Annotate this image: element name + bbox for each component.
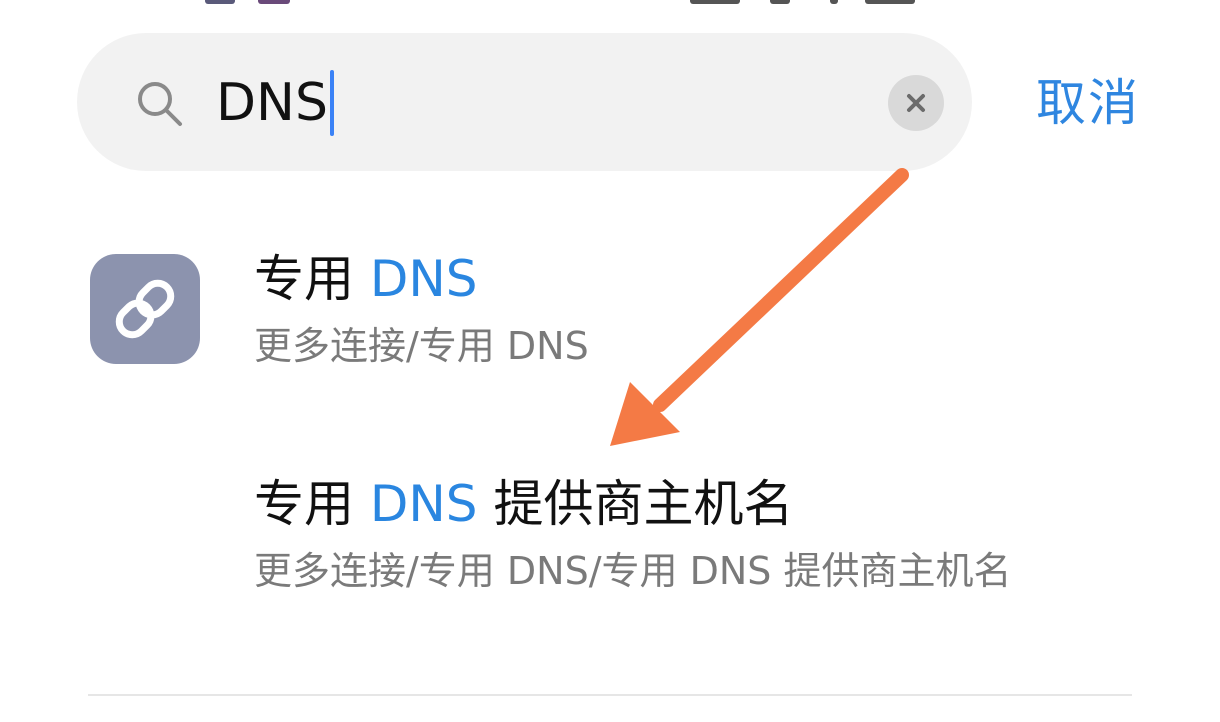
cancel-button[interactable]: 取消: [1036, 68, 1140, 138]
link-icon: [115, 279, 175, 339]
result-item-private-dns-hostname[interactable]: 专用 DNS 提供商主机名: [254, 474, 793, 534]
search-input[interactable]: DNS: [216, 68, 334, 138]
result-title-highlight: DNS: [369, 475, 478, 533]
result-title-prefix: 专用: [254, 250, 370, 308]
result-app-icon[interactable]: [90, 254, 200, 364]
result-path: 更多连接/专用 DNS/专用 DNS 提供商主机名: [254, 549, 1012, 593]
clear-search-button[interactable]: [888, 75, 944, 131]
search-icon: [138, 82, 182, 126]
result-title-prefix: 专用: [254, 475, 370, 533]
result-title-highlight: DNS: [369, 250, 478, 308]
search-bar[interactable]: [77, 33, 972, 171]
result-item-private-dns[interactable]: 专用 DNS: [254, 249, 478, 309]
result-path: 更多连接/专用 DNS: [254, 324, 589, 368]
result-title-suffix: 提供商主机名: [477, 475, 794, 533]
text-caret: [329, 70, 334, 136]
status-bar: [0, 0, 1220, 6]
close-icon: [907, 94, 925, 112]
search-query-text: DNS: [216, 73, 328, 133]
divider: [88, 694, 1132, 696]
